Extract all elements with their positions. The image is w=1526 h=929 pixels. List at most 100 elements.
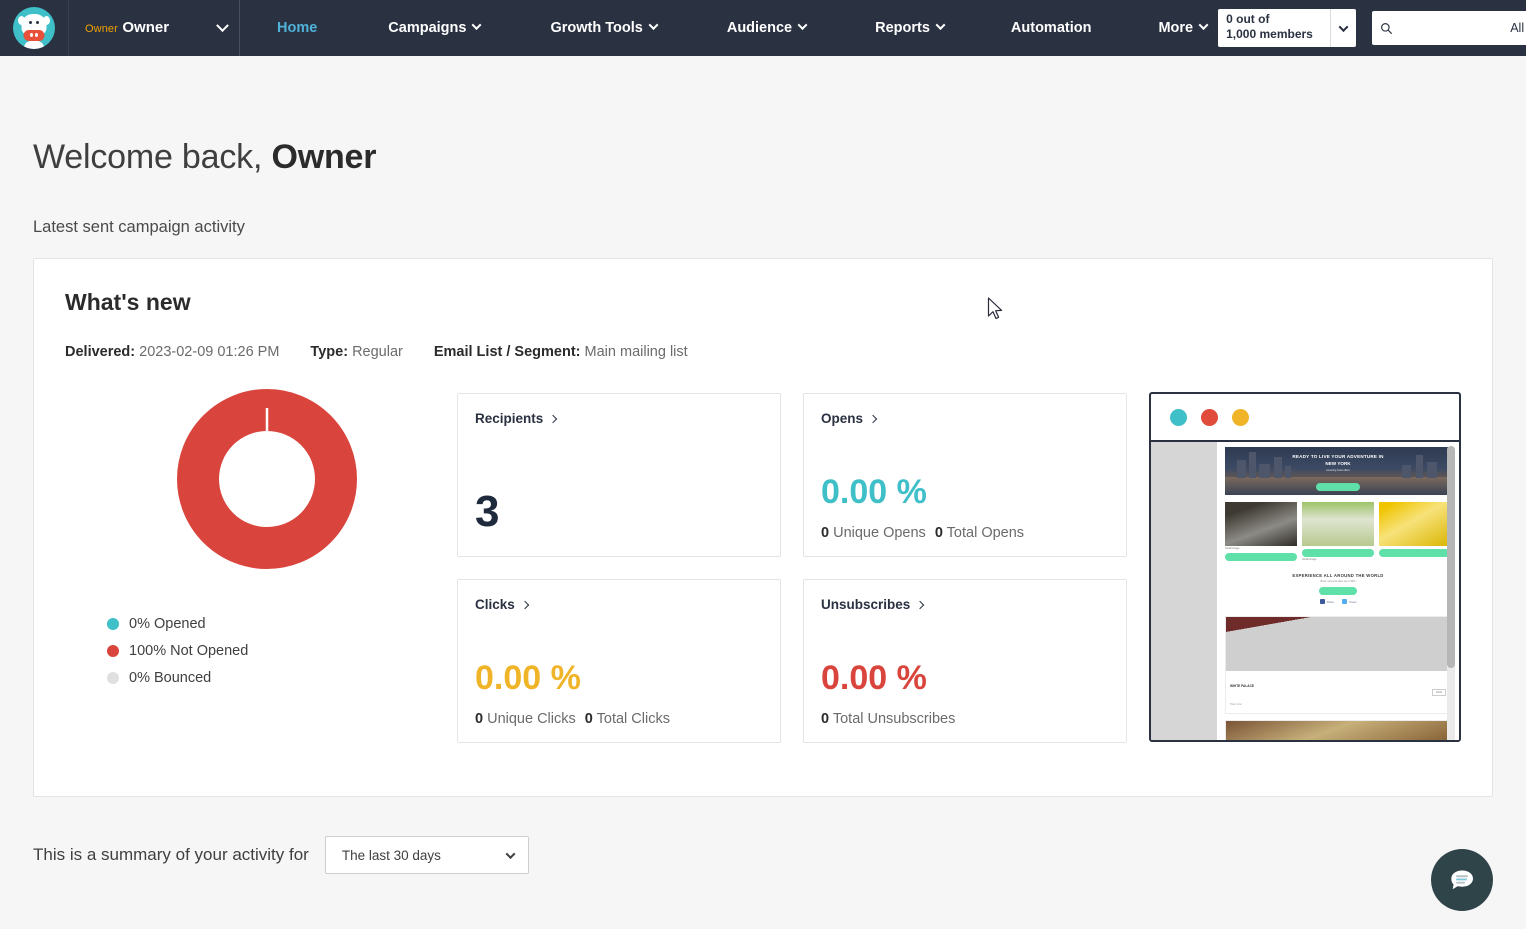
members-quota-chevron[interactable] [1330,9,1356,47]
stat-opens-value: 0.00 % [821,473,1109,512]
global-search[interactable]: All [1372,11,1526,45]
email-social-row: Share Tweet [1225,599,1451,604]
stat-opens-title: Opens [821,411,863,426]
activity-summary-row: This is a summary of your activity for T… [33,836,1493,904]
stat-opens-header[interactable]: Opens [821,411,1109,426]
chevron-right-icon [549,414,557,422]
browser-title-bar [1151,394,1459,442]
chevron-down-icon [935,20,945,30]
welcome-prefix: Welcome back, [33,138,262,176]
email-cell-image [1379,502,1451,546]
welcome-user-name: Owner [271,138,376,176]
nav-item-home-label: Home [277,20,317,36]
stat-unsubscribes-total-text: Total Unsubscribes [833,711,956,727]
email-cell-button [1302,549,1374,557]
legend-item-not-opened: 100% Not Opened [107,637,457,664]
chevron-down-icon [1339,22,1349,32]
latest-campaign-card: What's new Delivered: 2023-02-09 01:26 P… [33,258,1493,797]
email-mid-sub: Book now and save up to 50% [1225,580,1451,583]
nav-item-more-label: More [1158,20,1193,36]
date-range-value: The last 30 days [342,848,441,863]
browser-viewport: READY TO LIVE YOUR ADVENTURE IN NEW YORK… [1151,442,1459,742]
legend-item-bounced: 0% Bounced [107,664,457,691]
nav-item-automation[interactable]: Automation [1000,0,1103,56]
stat-unsubscribes-total-num: 0 [821,711,829,727]
stat-recipients-value: 3 [475,487,763,537]
stat-card-clicks[interactable]: Clicks 0.00 % 0 Unique Clicks0 Total Cli… [457,579,781,743]
page-subtitle: Latest sent campaign activity [33,218,1493,237]
email-listing-bar: WHITE PALACE Hotel, Four VIEW [1226,671,1450,713]
meta-type: Type: Regular [310,344,402,360]
campaign-content: 0% Opened 100% Not Opened 0% Bounced [65,389,1461,743]
campaign-title: What's new [65,289,1461,316]
search-icon [1380,22,1393,35]
stat-clicks-total-num: 0 [585,711,593,727]
chat-support-button[interactable] [1431,849,1493,911]
chevron-right-icon [869,414,877,422]
meta-delivered-label: Delivered: [65,344,135,360]
legend-swatch-not-opened [107,645,119,657]
navbar-right-group: 0 out of 1,000 members All ? [1218,0,1526,56]
stat-recipients-header[interactable]: Recipients [475,411,763,426]
stat-opens-sub: 0 Unique Opens0 Total Opens [821,525,1109,541]
meta-list: Email List / Segment: Main mailing list [434,344,688,360]
stat-unsubscribes-sub: 0 Total Unsubscribes [821,711,1109,727]
members-quota-dropdown[interactable]: 0 out of 1,000 members [1218,9,1356,47]
donut-chart-svg [177,389,357,569]
email-preview-browser[interactable]: READY TO LIVE YOUR ADVENTURE IN NEW YORK… [1149,392,1461,742]
chevron-down-icon [798,20,808,30]
stat-card-unsubscribes[interactable]: Unsubscribes 0.00 % 0 Total Unsubscribes [803,579,1127,743]
nav-item-automation-label: Automation [1011,20,1092,36]
preview-scrollbar-thumb[interactable] [1447,446,1455,668]
nav-item-home[interactable]: Home [266,0,328,56]
chat-bubble-icon [1447,865,1477,895]
stat-clicks-value: 0.00 % [475,659,763,698]
chevron-down-icon [1199,20,1209,30]
freddie-mascot-icon [13,7,55,49]
meta-type-label: Type: [310,344,348,360]
stat-clicks-unique-text: Unique Clicks [487,711,576,727]
legend-label-opened: 0% Opened [129,616,206,632]
stat-card-recipients[interactable]: Recipients 3 [457,393,781,557]
search-scope-dropdown[interactable]: All [1510,21,1526,35]
open-rate-chart-section: 0% Opened 100% Not Opened 0% Bounced [65,389,457,743]
email-midsection: EXPERIENCE ALL AROUND THE WORLD Book now… [1225,568,1451,610]
primary-navigation: Home Campaigns Growth Tools Audience Rep… [240,0,1218,56]
app-logo[interactable] [0,0,68,56]
stat-clicks-header[interactable]: Clicks [475,597,763,612]
stat-opens-total-text: Total Opens [947,525,1024,541]
chevron-down-icon [216,19,229,32]
date-range-select[interactable]: The last 30 days [325,836,529,874]
stat-clicks-total-text: Total Clicks [597,711,670,727]
nav-item-campaigns[interactable]: Campaigns [377,0,491,56]
chevron-down-icon [472,20,482,30]
nav-item-reports[interactable]: Reports [864,0,955,56]
nav-item-audience[interactable]: Audience [716,0,817,56]
nav-item-more[interactable]: More [1147,0,1218,56]
top-navbar: Owner Owner Home Campaigns Growth Tools … [0,0,1526,56]
email-image-grid: Small Image Small Image [1225,502,1451,561]
stat-card-opens[interactable]: Opens 0.00 % 0 Unique Opens0 Total Opens [803,393,1127,557]
email-preview-section: READY TO LIVE YOUR ADVENTURE IN NEW YORK… [1149,389,1461,743]
email-cell-image [1225,502,1297,546]
legend-swatch-bounced [107,672,119,684]
nav-item-campaigns-label: Campaigns [388,20,466,36]
page-title: Welcome back, Owner [33,56,1493,177]
stat-clicks-unique-num: 0 [475,711,483,727]
donut-legend: 0% Opened 100% Not Opened 0% Bounced [77,610,457,691]
stat-unsubscribes-header[interactable]: Unsubscribes [821,597,1109,612]
email-hero-line2: NEW YORK [1225,461,1451,466]
search-input[interactable] [1399,21,1504,35]
campaign-meta: Delivered: 2023-02-09 01:26 PM Type: Reg… [65,344,1461,360]
account-switcher[interactable]: Owner Owner [68,0,240,56]
email-listing-button: VIEW [1432,689,1446,696]
email-content: READY TO LIVE YOUR ADVENTURE IN NEW YORK… [1217,442,1459,742]
stat-opens-unique-num: 0 [821,525,829,541]
email-hero-line1: READY TO LIVE YOUR ADVENTURE IN [1225,454,1451,459]
nav-item-growth-tools[interactable]: Growth Tools [539,0,667,56]
email-cell-button [1379,549,1451,557]
donut-chart [77,389,457,569]
email-mid-cta-button [1319,587,1357,595]
meta-list-value: Main mailing list [585,344,688,360]
meta-type-value: Regular [352,344,403,360]
